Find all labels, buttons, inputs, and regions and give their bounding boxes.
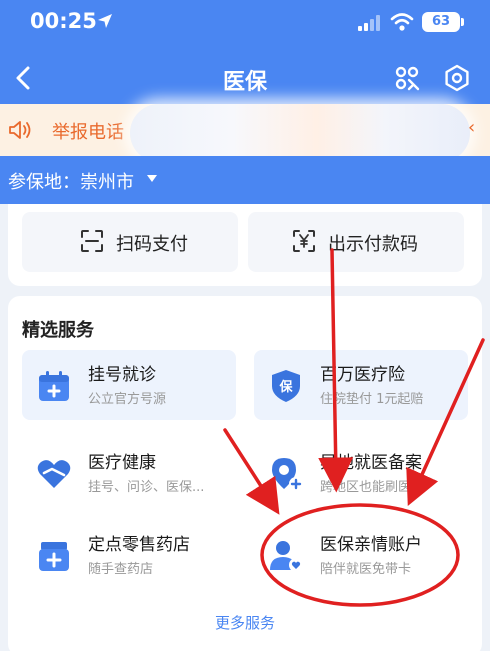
service-title: 定点零售药店 (88, 535, 190, 555)
scan-pay-button[interactable]: 扫码支付 (22, 212, 238, 272)
location-arrow-icon (98, 14, 112, 28)
scan-pay-label: 扫码支付 (116, 234, 188, 255)
speaker-icon (9, 121, 31, 139)
battery-tip (461, 18, 464, 26)
wifi-icon (390, 13, 414, 31)
services-title: 精选服务 (22, 320, 94, 341)
location-plus-icon (272, 458, 303, 491)
service-item-remote-filing[interactable]: 异地就医备案 跨地区也能刷医保 (254, 438, 468, 508)
service-title: 医疗健康 (88, 453, 156, 473)
payment-card: 扫码支付 出示付款码 (8, 204, 482, 286)
service-item-insurance[interactable]: 保 百万医疗险 住院垫付 1元起赔 (254, 350, 468, 420)
nav-bar: 医保 (0, 52, 490, 104)
status-time: 00:25 (30, 9, 97, 33)
service-title: 挂号就诊 (88, 365, 156, 385)
scan-frame-icon (81, 230, 103, 252)
service-item-family-account[interactable]: 医保亲情账户 陪伴就医免带卡 (254, 520, 468, 590)
show-pay-code-label: 出示付款码 (328, 234, 418, 255)
gear-icon[interactable] (443, 64, 471, 92)
caret-down-icon[interactable] (147, 175, 157, 182)
service-subtitle: 跨地区也能刷医保 (320, 480, 425, 495)
status-bar: 00:25 63 (0, 0, 490, 48)
chevron-left-icon: ‹ (468, 117, 476, 138)
family-user-icon (270, 541, 303, 572)
service-title: 医保亲情账户 (320, 535, 422, 555)
service-item-pharmacy[interactable]: 定点零售药店 随手查药店 (22, 520, 236, 590)
signal-icon (358, 15, 380, 31)
service-item-health[interactable]: 医疗健康 挂号、问诊、医保... (22, 438, 236, 508)
redaction-blur (130, 104, 470, 162)
heart-icon (37, 460, 71, 488)
services-card: 精选服务 挂号就诊 公立官方号源 保 百万医疗险 住院垫付 1元起赔 医疗健康 … (8, 296, 482, 651)
region-selector[interactable]: 参保地：崇州市 (8, 168, 134, 194)
battery-indicator: 63 (422, 12, 460, 32)
service-item-registration[interactable]: 挂号就诊 公立官方号源 (22, 350, 236, 420)
more-services-link[interactable]: 更多服务 (8, 612, 482, 633)
app-header: 00:25 63 医保 (0, 0, 490, 104)
show-pay-code-button[interactable]: 出示付款码 (248, 212, 464, 272)
service-title: 百万医疗险 (320, 365, 405, 385)
service-subtitle: 挂号、问诊、医保... (88, 480, 205, 495)
service-subtitle: 住院垫付 1元起赔 (320, 392, 424, 407)
service-subtitle: 陪伴就医免带卡 (320, 562, 412, 577)
service-subtitle: 随手查药店 (88, 562, 154, 577)
service-title: 异地就医备案 (320, 453, 422, 473)
medicine-box-icon (39, 542, 69, 571)
yuan-code-icon (293, 230, 315, 252)
calendar-plus-icon (39, 371, 69, 401)
svg-text:保: 保 (278, 379, 293, 395)
scan-icon[interactable] (394, 65, 420, 91)
notice-label: 举报电话 (52, 122, 124, 143)
region-bar: 参保地：崇州市 (0, 156, 490, 204)
service-subtitle: 公立官方号源 (88, 392, 167, 407)
shield-bao-icon: 保 (272, 370, 300, 402)
